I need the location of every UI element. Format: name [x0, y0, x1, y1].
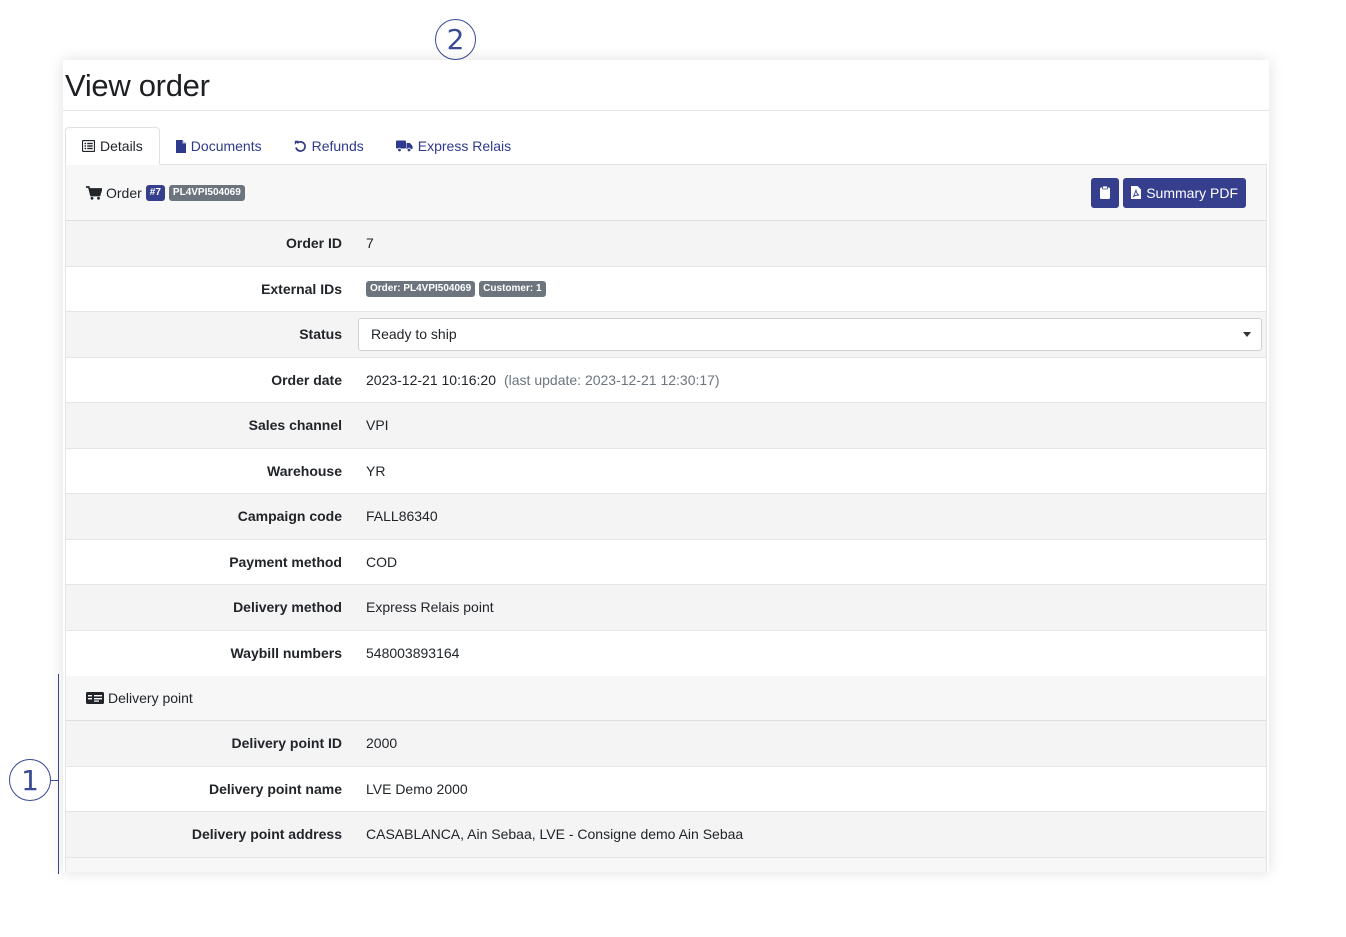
delivery-method-value: Express Relais point — [366, 599, 494, 616]
undo-icon — [294, 140, 306, 152]
detail-row-warehouse: Warehouse YR — [66, 449, 1266, 494]
list-icon — [82, 140, 95, 152]
tab-label: Refunds — [311, 138, 364, 154]
file-icon — [175, 139, 186, 153]
detail-row-order-date: Order date 2023-12-21 10:16:20 (last upd… — [66, 358, 1266, 403]
status-select[interactable]: Ready to ship — [358, 317, 1262, 351]
tab-refunds[interactable]: Refunds — [278, 127, 380, 165]
warehouse-value: YR — [366, 462, 386, 479]
payment-method-value: COD — [366, 553, 398, 570]
external-order-badge: Order: PL4VPI504069 — [366, 280, 476, 297]
clipboard-button[interactable] — [1091, 177, 1120, 208]
tab-label: Documents — [190, 138, 262, 154]
detail-row-payment-method: Payment method COD — [66, 540, 1266, 585]
external-customer-badge: Customer: 1 — [479, 280, 546, 297]
details-panel: Order #7 PL4VPI504069 Summary PDF Order … — [65, 165, 1267, 872]
detail-row-delivery-point-id: Delivery point ID 2000 — [66, 721, 1266, 767]
order-reference-badge: PL4VPI504069 — [168, 184, 245, 201]
detail-row-delivery-method: Delivery method Express Relais point — [66, 585, 1266, 631]
order-last-update: (last update: 2023-12-21 12:30:17) — [504, 371, 720, 388]
tab-label: Details — [100, 138, 143, 154]
sales-channel-value: VPI — [366, 417, 389, 434]
detail-row-delivery-point-name: Delivery point name LVE Demo 2000 — [66, 767, 1266, 812]
panel-bottom-strip — [66, 857, 1266, 872]
order-number-badge: #7 — [145, 184, 165, 201]
page-title: View order — [65, 68, 210, 103]
order-header: Order #7 PL4VPI504069 Summary PDF — [66, 165, 1266, 221]
detail-row-external-ids: External IDs Order: PL4VPI504069 Custome… — [66, 267, 1266, 312]
detail-row-status: Status Ready to ship — [66, 312, 1266, 358]
tab-bar: Details Documents Refunds Express Relais — [65, 127, 527, 165]
tab-label: Express Relais — [417, 138, 512, 154]
callout-2: 2 — [435, 19, 476, 60]
clipboard-icon — [1100, 186, 1111, 199]
tab-documents[interactable]: Documents — [160, 127, 278, 165]
waybill-numbers-value: 548003893164 — [366, 645, 460, 662]
shopping-cart-icon — [86, 185, 102, 200]
campaign-code-value: FALL86340 — [366, 508, 438, 525]
detail-row-campaign-code: Campaign code FALL86340 — [66, 494, 1266, 540]
delivery-point-id-value: 2000 — [366, 735, 398, 752]
order-label: Order — [106, 184, 142, 201]
title-divider — [63, 110, 1269, 111]
detail-row-order-id: Order ID 7 — [66, 221, 1266, 267]
detail-row-sales-channel: Sales channel VPI — [66, 403, 1266, 449]
delivery-point-header: Delivery point — [66, 676, 1266, 721]
callout-1: 1 — [9, 759, 51, 801]
delivery-point-address-value: CASABLANCA, Ain Sebaa, LVE - Consigne de… — [366, 826, 744, 843]
delivery-point-name-value: LVE Demo 2000 — [366, 780, 468, 797]
order-id-value: 7 — [366, 235, 374, 252]
detail-row-delivery-point-address: Delivery point address CASABLANCA, Ain S… — [66, 812, 1266, 858]
tab-details[interactable]: Details — [65, 127, 160, 165]
status-selected-value: Ready to ship — [371, 326, 457, 343]
order-card: View order Details Documents Refunds Exp… — [63, 60, 1269, 872]
callout-1-bracket-line — [58, 674, 59, 874]
tab-express-relais[interactable]: Express Relais — [380, 127, 527, 165]
pdf-file-icon — [1131, 186, 1142, 199]
address-card-icon — [86, 692, 104, 704]
caret-down-icon — [1243, 331, 1251, 337]
truck-icon — [395, 140, 413, 152]
delivery-point-section-label: Delivery point — [108, 690, 193, 706]
summary-pdf-label: Summary PDF — [1146, 184, 1238, 201]
detail-row-waybill-numbers: Waybill numbers 548003893164 — [230, 645, 460, 662]
order-date-value: 2023-12-21 10:16:20 — [366, 371, 496, 388]
callout-1-leader-line — [51, 780, 59, 781]
summary-pdf-button[interactable]: Summary PDF — [1123, 177, 1246, 208]
